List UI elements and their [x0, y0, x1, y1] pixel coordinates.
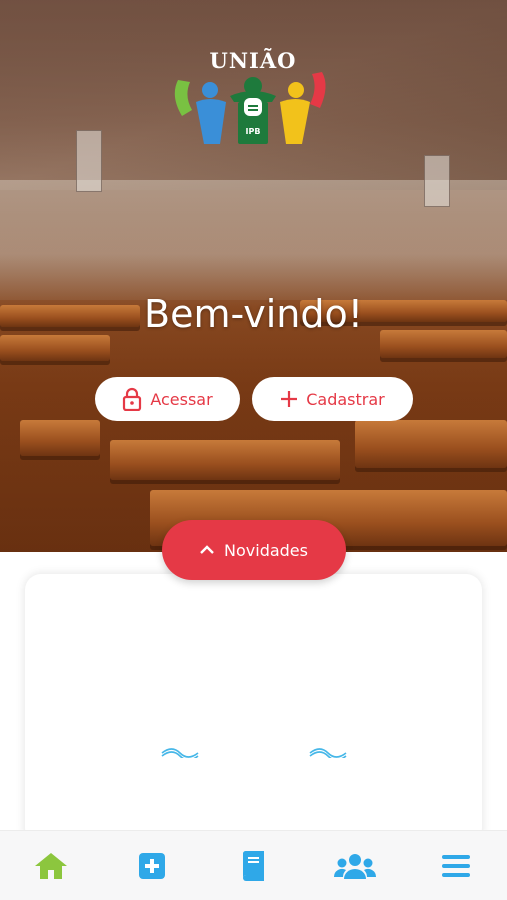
loading-wave-icon [309, 748, 347, 758]
loading-wave-icon [161, 748, 199, 758]
chevron-up-icon [200, 545, 214, 554]
home-icon [34, 852, 67, 879]
welcome-heading: Bem-vindo! [144, 292, 363, 336]
hero-pew [355, 420, 507, 468]
book-icon [243, 850, 265, 881]
hero-banner: UNIÃO IPB Bem-vindo! Acessar Cadastrar [0, 0, 507, 552]
access-button[interactable]: Acessar [95, 377, 240, 421]
hero-pew [20, 420, 100, 456]
news-toggle-button[interactable]: Novidades [162, 520, 346, 580]
news-card [25, 574, 482, 844]
union-logo: UNIÃO IPB [172, 48, 334, 148]
plus-icon [281, 391, 298, 407]
plus-square-icon [139, 852, 166, 879]
tab-add[interactable] [122, 836, 182, 896]
tab-groups[interactable] [325, 836, 385, 896]
access-button-label: Acessar [150, 389, 213, 409]
users-icon [333, 853, 376, 879]
tab-home[interactable] [21, 836, 81, 896]
lock-icon [123, 387, 142, 411]
bottom-tab-bar [0, 830, 507, 900]
logo-figures-icon: IPB [174, 72, 326, 144]
register-button-label: Cadastrar [306, 389, 385, 409]
logo-badge-text: IPB [246, 127, 261, 136]
hero-pew [110, 440, 340, 480]
news-toggle-label: Novidades [224, 540, 308, 560]
tab-menu[interactable] [426, 836, 486, 896]
hero-pew [0, 335, 110, 361]
tab-bible[interactable] [223, 836, 283, 896]
menu-icon [442, 854, 471, 877]
hero-speaker-right [424, 155, 450, 207]
register-button[interactable]: Cadastrar [252, 377, 413, 421]
hero-speaker-left [76, 130, 102, 192]
